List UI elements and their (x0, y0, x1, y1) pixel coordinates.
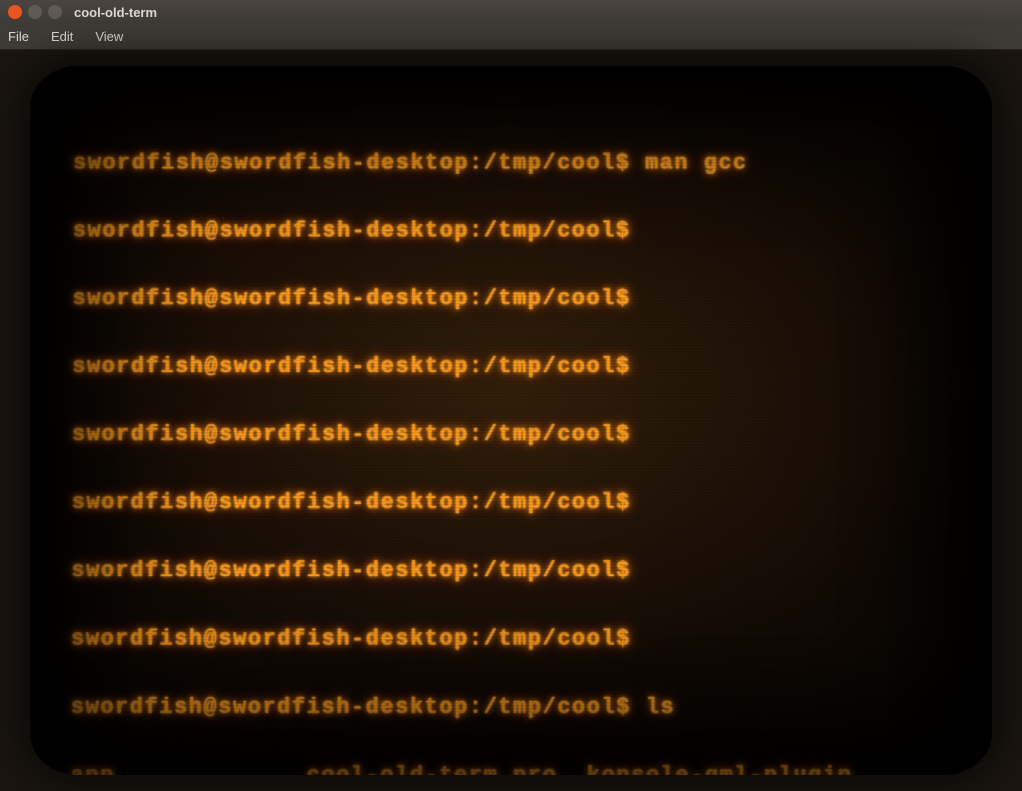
window-title: cool-old-term (74, 5, 157, 20)
terminal-output[interactable]: swordfish@swordfish-desktop:/tmp/cool$ m… (71, 113, 952, 726)
crt-screen[interactable]: swordfish@swordfish-desktop:/tmp/cool$ m… (30, 66, 992, 775)
menu-edit[interactable]: Edit (51, 29, 73, 44)
prompt: swordfish@swordfish-desktop:/tmp/cool$ (72, 422, 631, 447)
ls-output-line: app cool-old-term.pro konsole-qml-plugin (70, 759, 951, 775)
window-titlebar: cool-old-term (0, 0, 1022, 24)
prompt: swordfish@swordfish-desktop:/tmp/cool$ (71, 695, 631, 720)
app-body: swordfish@swordfish-desktop:/tmp/cool$ m… (0, 50, 1022, 791)
terminal-line: swordfish@swordfish-desktop:/tmp/cool$ (72, 418, 950, 452)
terminal-line: swordfish@swordfish-desktop:/tmp/cool$ (71, 554, 950, 588)
menu-view[interactable]: View (95, 29, 123, 44)
terminal-line: swordfish@swordfish-desktop:/tmp/cool$ (72, 282, 949, 316)
prompt: swordfish@swordfish-desktop:/tmp/cool$ (71, 558, 631, 583)
menubar: File Edit View (0, 24, 1022, 50)
prompt: swordfish@swordfish-desktop:/tmp/cool$ (72, 490, 631, 515)
terminal-line: swordfish@swordfish-desktop:/tmp/cool$ (72, 486, 951, 520)
command: man gcc (630, 151, 747, 176)
terminal-line: swordfish@swordfish-desktop:/tmp/cool$ (72, 350, 950, 384)
prompt: swordfish@swordfish-desktop:/tmp/cool$ (73, 151, 630, 176)
minimize-icon[interactable] (28, 5, 42, 19)
menu-file[interactable]: File (8, 29, 29, 44)
terminal-line: swordfish@swordfish-desktop:/tmp/cool$ l… (71, 691, 952, 725)
prompt: swordfish@swordfish-desktop:/tmp/cool$ (73, 218, 631, 243)
prompt: swordfish@swordfish-desktop:/tmp/cool$ (72, 286, 630, 311)
terminal-line: swordfish@swordfish-desktop:/tmp/cool$ m… (73, 147, 949, 181)
terminal-line: swordfish@swordfish-desktop:/tmp/cool$ (73, 214, 950, 248)
prompt: swordfish@swordfish-desktop:/tmp/cool$ (71, 626, 631, 651)
close-icon[interactable] (8, 5, 22, 19)
terminal-line: swordfish@swordfish-desktop:/tmp/cool$ (71, 622, 951, 656)
prompt: swordfish@swordfish-desktop:/tmp/cool$ (72, 354, 630, 379)
command: ls (631, 695, 675, 720)
maximize-icon[interactable] (48, 5, 62, 19)
